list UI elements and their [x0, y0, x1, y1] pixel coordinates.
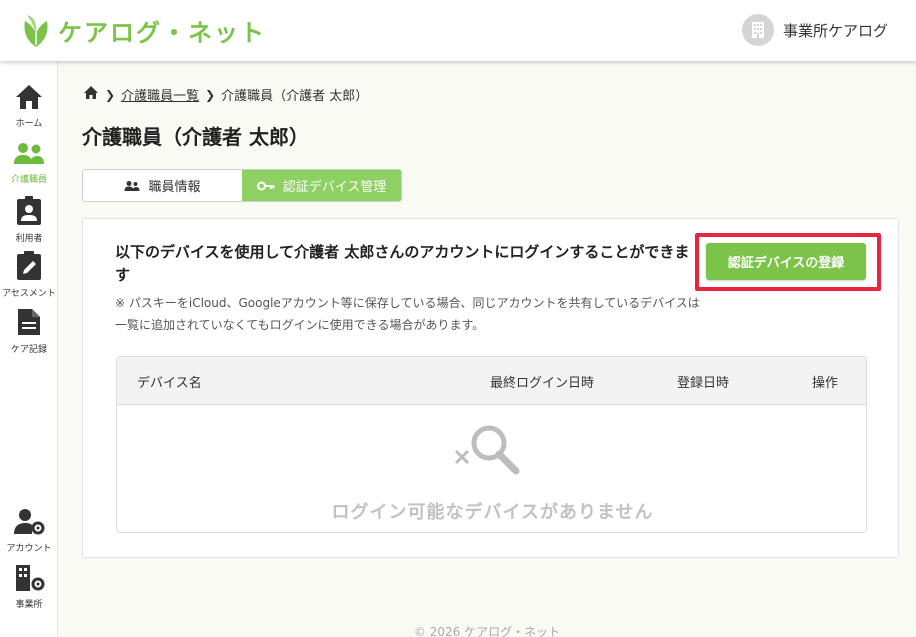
tab-auth-devices[interactable]: 認証デバイス管理 — [242, 170, 401, 201]
devices-table: デバイス名 最終ログイン日時 登録日時 操作 ログイン可能なデバイスがありません — [116, 356, 867, 533]
sidebar-item-label: ケア記録 — [10, 345, 47, 355]
register-device-button[interactable]: 認証デバイスの登録 — [706, 243, 866, 280]
building-icon — [741, 14, 774, 46]
column-header-registered: 登録日時 — [677, 376, 730, 391]
office-settings-icon — [13, 564, 45, 596]
office-menu[interactable]: 事業所ケアログ — [741, 14, 888, 46]
sidebar: ホーム 介護職員 利用者 アセスメント ケア記録 アカウント 事業所 — [0, 61, 58, 637]
sidebar-item-care-records[interactable]: ケア記録 — [0, 307, 58, 355]
breadcrumb: ❯ 介護職員一覧 ❯ 介護職員（介護者 太郎） — [83, 85, 368, 104]
home-icon — [14, 83, 44, 115]
logo[interactable]: ケアログ・ネット — [22, 12, 266, 48]
sidebar-item-label: アカウント — [6, 544, 52, 554]
sidebar-item-label: 利用者 — [15, 234, 43, 244]
tab-label: 認証デバイス管理 — [282, 180, 387, 195]
sidebar-item-label: ホーム — [15, 119, 43, 129]
logo-text: ケアログ・ネット — [58, 18, 266, 47]
sidebar-item-label: 介護職員 — [10, 175, 47, 185]
assessment-icon — [16, 251, 42, 285]
column-header-last-login: 最終ログイン日時 — [490, 376, 595, 391]
no-results-search-icon — [453, 423, 523, 487]
key-icon — [256, 181, 275, 191]
page-title: 介護職員（介護者 太郎） — [82, 125, 309, 149]
breadcrumb-link-staff-list[interactable]: 介護職員一覧 — [121, 85, 199, 104]
chevron-right-icon: ❯ — [105, 87, 116, 102]
document-icon — [17, 307, 41, 341]
sidebar-item-label: 事業所 — [15, 600, 43, 610]
column-header-device-name: デバイス名 — [137, 376, 202, 391]
breadcrumb-current: 介護職員（介護者 太郎） — [221, 89, 369, 104]
tab-staff-info[interactable]: 職員情報 — [83, 170, 242, 201]
card-note: ※ パスキーをiCloud、Googleアカウント等に保存している場合、同じアカ… — [115, 296, 700, 332]
column-header-actions: 操作 — [812, 376, 839, 391]
tab-label: 職員情報 — [148, 180, 201, 195]
card-description: 以下のデバイスを使用して介護者 太郎さんのアカウントにログインすることができます — [115, 243, 690, 284]
sidebar-item-staff[interactable]: 介護職員 — [0, 141, 58, 185]
tab-bar: 職員情報 認証デバイス管理 — [82, 169, 402, 202]
sidebar-item-office[interactable]: 事業所 — [0, 564, 58, 610]
office-name: 事業所ケアログ — [782, 21, 888, 40]
user-badge-icon — [16, 196, 42, 230]
leaf-logo-icon — [22, 12, 50, 48]
home-icon[interactable] — [83, 85, 99, 104]
empty-state-text: ログイン可能なデバイスがありません — [331, 502, 654, 523]
people-icon — [124, 180, 140, 192]
sidebar-item-home[interactable]: ホーム — [0, 83, 58, 129]
account-settings-icon — [13, 508, 45, 540]
chevron-right-icon: ❯ — [205, 87, 216, 102]
app-header: ケアログ・ネット 事業所ケアログ — [0, 0, 916, 61]
footer-copyright: © 2026 ケアログ・ネット — [413, 625, 561, 637]
sidebar-item-account[interactable]: アカウント — [0, 508, 58, 554]
sidebar-item-label: アセスメント — [2, 289, 56, 299]
staff-icon — [13, 141, 45, 171]
devices-card: 以下のデバイスを使用して介護者 太郎さんのアカウントにログインすることができます… — [82, 218, 899, 558]
table-header: デバイス名 最終ログイン日時 登録日時 操作 — [117, 357, 866, 405]
sidebar-item-assessment[interactable]: アセスメント — [0, 251, 58, 299]
sidebar-item-users[interactable]: 利用者 — [0, 196, 58, 244]
main-content: ❯ 介護職員一覧 ❯ 介護職員（介護者 太郎） 介護職員（介護者 太郎） 職員情… — [58, 61, 916, 637]
